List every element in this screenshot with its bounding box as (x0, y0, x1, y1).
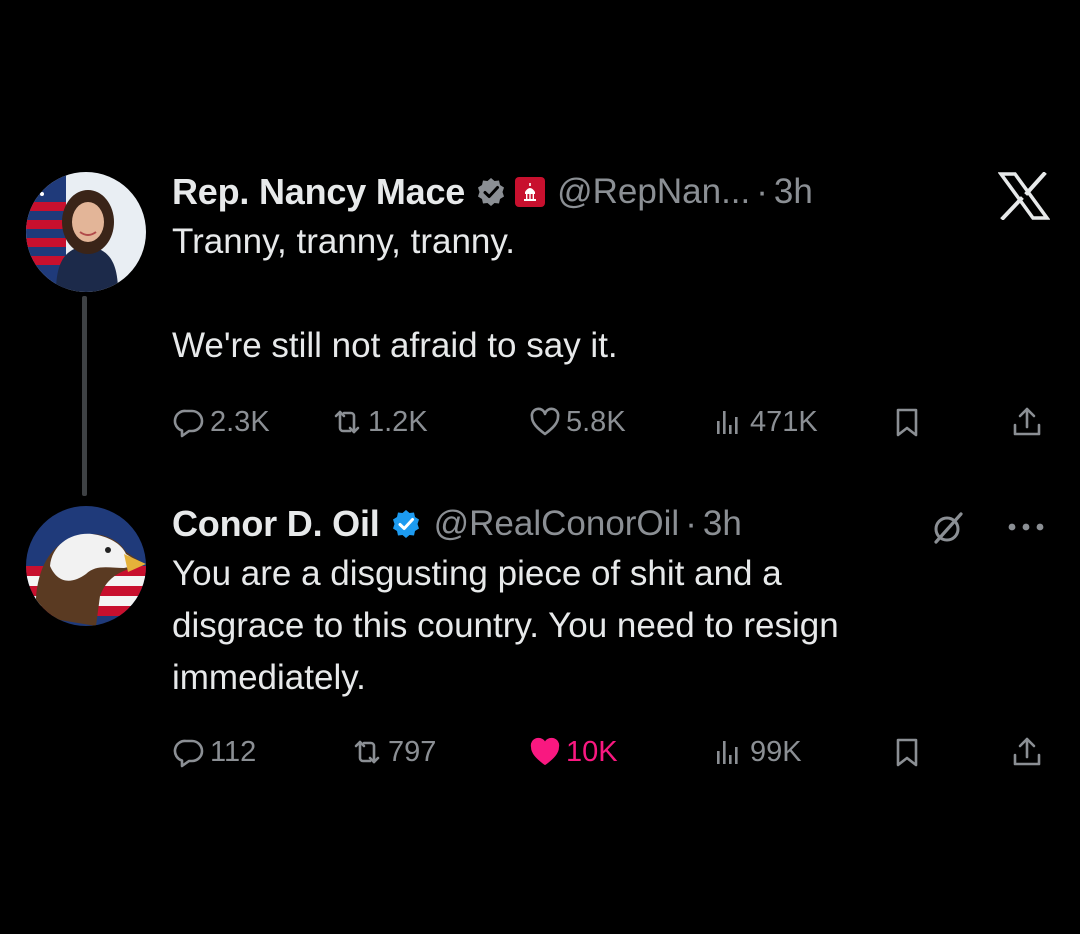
bookmark-icon (890, 405, 928, 439)
display-name[interactable]: Conor D. Oil (172, 503, 380, 545)
separator: · (756, 172, 768, 211)
reply-button[interactable]: 112 (172, 730, 256, 774)
action-bar: 2.3K 1.2K 5.8K 471K (172, 400, 1052, 444)
reply-count: 2.3K (210, 405, 270, 438)
government-badge-icon[interactable] (515, 177, 546, 207)
like-button[interactable]: 10K (528, 730, 618, 774)
tweet-header: Conor D. Oil @RealConorOil · 3h (172, 500, 1050, 548)
repost-count: 1.2K (368, 405, 428, 438)
share-icon (1010, 735, 1048, 769)
heart-icon (528, 405, 566, 439)
tweet-text: You are a disgusting piece of shit and a… (172, 554, 839, 697)
views-icon (712, 405, 750, 439)
views-button[interactable]: 471K (712, 400, 818, 444)
share-button[interactable] (1010, 400, 1048, 444)
handle[interactable]: @RealConorOil (434, 504, 680, 544)
verified-badge-icon[interactable] (475, 176, 507, 208)
separator: · (685, 504, 697, 543)
reply-button[interactable]: 2.3K (172, 400, 270, 444)
reply-count: 112 (210, 735, 257, 768)
tweet-thread: Rep. Nancy Mace @RepNan... · 3h Tranny, … (0, 0, 1080, 934)
handle[interactable]: @RepNan... (557, 172, 750, 212)
verified-badge-icon[interactable] (390, 508, 422, 540)
repost-icon (330, 405, 368, 439)
views-count: 99K (750, 735, 802, 768)
avatar-conor-d-oil[interactable] (26, 506, 146, 626)
bookmark-button[interactable] (890, 730, 928, 774)
reply-icon (172, 735, 210, 769)
views-icon (712, 735, 750, 769)
bookmark-icon (890, 735, 928, 769)
tweet-text: Tranny, tranny, tranny. We're still not … (172, 222, 618, 365)
display-name[interactable]: Rep. Nancy Mace (172, 171, 465, 213)
views-button[interactable]: 99K (712, 730, 802, 774)
share-button[interactable] (1010, 730, 1048, 774)
bookmark-button[interactable] (890, 400, 928, 444)
timestamp[interactable]: 3h (703, 504, 742, 544)
heart-icon (528, 735, 566, 769)
thread-connector (82, 296, 87, 496)
tweet-header: Rep. Nancy Mace @RepNan... · 3h (172, 168, 1050, 216)
timestamp[interactable]: 3h (774, 172, 813, 212)
repost-count: 797 (388, 735, 437, 768)
repost-icon (350, 735, 388, 769)
views-count: 471K (750, 405, 818, 438)
avatar-rep-nancy-mace[interactable] (26, 172, 146, 292)
tweet-1[interactable]: Rep. Nancy Mace @RepNan... · 3h Tranny, … (172, 168, 1050, 438)
reply-icon (172, 405, 210, 439)
repost-button[interactable]: 1.2K (330, 400, 428, 444)
repost-button[interactable]: 797 (350, 730, 436, 774)
tweet-2[interactable]: Conor D. Oil @RealConorOil · 3h You are … (172, 500, 1050, 768)
like-count: 5.8K (566, 405, 626, 438)
action-bar: 112 797 10K 99K (172, 730, 1052, 774)
share-icon (1010, 405, 1048, 439)
like-count: 10K (566, 735, 618, 768)
like-button[interactable]: 5.8K (528, 400, 626, 444)
